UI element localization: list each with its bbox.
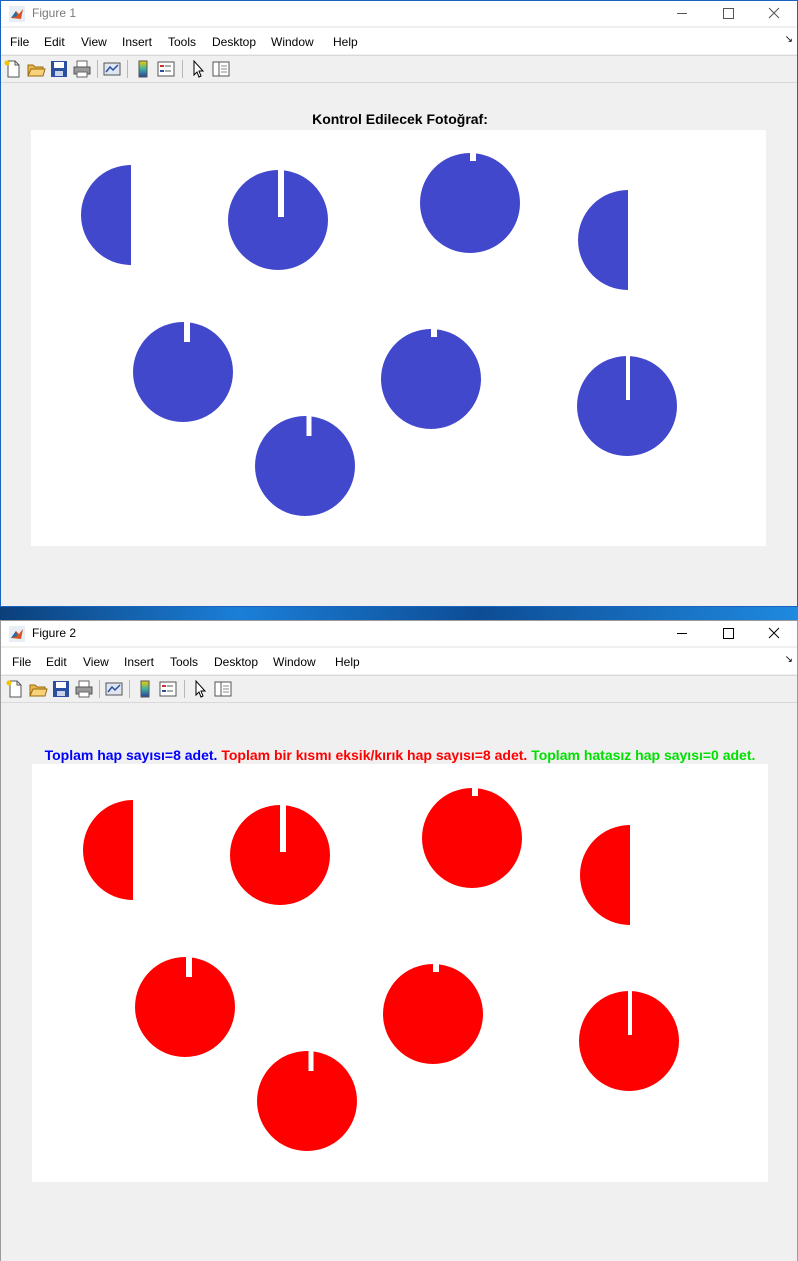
half-pill [580,825,630,925]
notched-pill [257,1051,357,1151]
axes-title: Kontrol Edilecek Fotoğraf: [312,111,488,127]
half-pill [83,800,133,900]
pill-notch [431,328,437,337]
save-icon[interactable] [50,678,72,700]
toolbar-separator [99,680,100,698]
toolbar-separator [184,680,185,698]
pill-notch [472,787,478,796]
menu-file[interactable]: File [12,655,31,669]
image-plot [81,152,677,516]
total-pill-count-text: Toplam hap sayısı=8 adet. [44,747,218,763]
toolbar-separator [182,60,183,78]
result-summary: Toplam hap sayısı=8 adet. Toplam bir kıs… [1,747,797,763]
edit-plot-icon[interactable] [187,58,209,80]
notched-pill [422,788,522,888]
save-icon[interactable] [48,58,70,80]
insert-colorbar-icon[interactable] [132,58,154,80]
matlab-icon [9,6,25,22]
toolbar-separator [129,680,130,698]
minimize-icon[interactable] [659,621,705,646]
menu-view[interactable]: View [81,35,107,49]
matlab-icon [9,626,25,642]
notched-pill [255,416,355,516]
property-inspector-icon[interactable] [210,58,232,80]
half-pill [578,190,628,290]
toolbar-separator [127,60,128,78]
flawless-pill-count-text: Toplam hatasız hap sayısı=0 adet. [531,747,756,763]
menu-tools[interactable]: Tools [168,35,196,49]
maximize-icon[interactable] [705,1,751,26]
notched-pill [420,153,520,253]
half-pill [81,165,131,265]
pill-notch [626,355,630,400]
dock-figure-icon[interactable]: ↘ [785,34,793,45]
open-file-icon[interactable] [25,58,47,80]
new-figure-icon[interactable] [4,678,26,700]
notched-pill [133,322,233,422]
menu-window[interactable]: Window [271,35,314,49]
link-plot-icon[interactable] [101,58,123,80]
pill-notch [186,956,192,977]
close-icon[interactable] [751,621,797,646]
toolbar-separator [97,60,98,78]
pill-notch [278,169,284,217]
menu-help[interactable]: Help [333,35,358,49]
menu-window[interactable]: Window [273,655,316,669]
insert-legend-icon[interactable] [157,678,179,700]
menu-tools[interactable]: Tools [170,655,198,669]
maximize-icon[interactable] [705,621,751,646]
insert-colorbar-icon[interactable] [134,678,156,700]
pill-notch [184,321,190,342]
dock-figure-icon[interactable]: ↘ [785,654,793,665]
property-inspector-icon[interactable] [212,678,234,700]
window-title: Figure 1 [32,6,77,20]
pill-notch [306,415,312,436]
pill-notch [280,804,286,852]
edit-plot-icon[interactable] [189,678,211,700]
figure-1-window: Figure 1 File Edit View Insert Tools Des… [0,0,798,607]
close-icon[interactable] [751,1,797,26]
menu-help[interactable]: Help [335,655,360,669]
menu-file[interactable]: File [10,35,29,49]
new-figure-icon[interactable] [2,58,24,80]
figure-2-window: Figure 2 File Edit View Insert Tools Des… [0,620,798,1261]
notched-pill [383,964,483,1064]
pill-notch [470,152,476,161]
menu-edit[interactable]: Edit [44,35,65,49]
insert-legend-icon[interactable] [155,58,177,80]
print-icon[interactable] [71,58,93,80]
notched-pill [381,329,481,429]
menu-edit[interactable]: Edit [46,655,67,669]
link-plot-icon[interactable] [103,678,125,700]
figure-toolbar [1,675,797,703]
menu-desktop[interactable]: Desktop [212,35,256,49]
title-bar[interactable]: Figure 2 [1,621,797,646]
menu-insert[interactable]: Insert [124,655,154,669]
pill-notch [308,1050,314,1071]
pill-notch [433,963,439,972]
menu-bar: File Edit View Insert Tools Desktop Wind… [1,648,797,674]
figure-toolbar [1,55,797,83]
defective-pill-count-text: Toplam bir kısmı eksik/kırık hap sayısı=… [221,747,528,763]
axes[interactable] [31,130,766,546]
pill-notch [628,990,632,1035]
menu-view[interactable]: View [83,655,109,669]
open-file-icon[interactable] [27,678,49,700]
menu-insert[interactable]: Insert [122,35,152,49]
image-plot [83,787,679,1151]
axes[interactable] [32,764,768,1182]
print-icon[interactable] [73,678,95,700]
menu-bar: File Edit View Insert Tools Desktop Wind… [1,28,797,54]
window-title: Figure 2 [32,626,77,640]
notched-pill [135,957,235,1057]
minimize-icon[interactable] [659,1,705,26]
title-bar[interactable]: Figure 1 [1,1,797,26]
menu-desktop[interactable]: Desktop [214,655,258,669]
